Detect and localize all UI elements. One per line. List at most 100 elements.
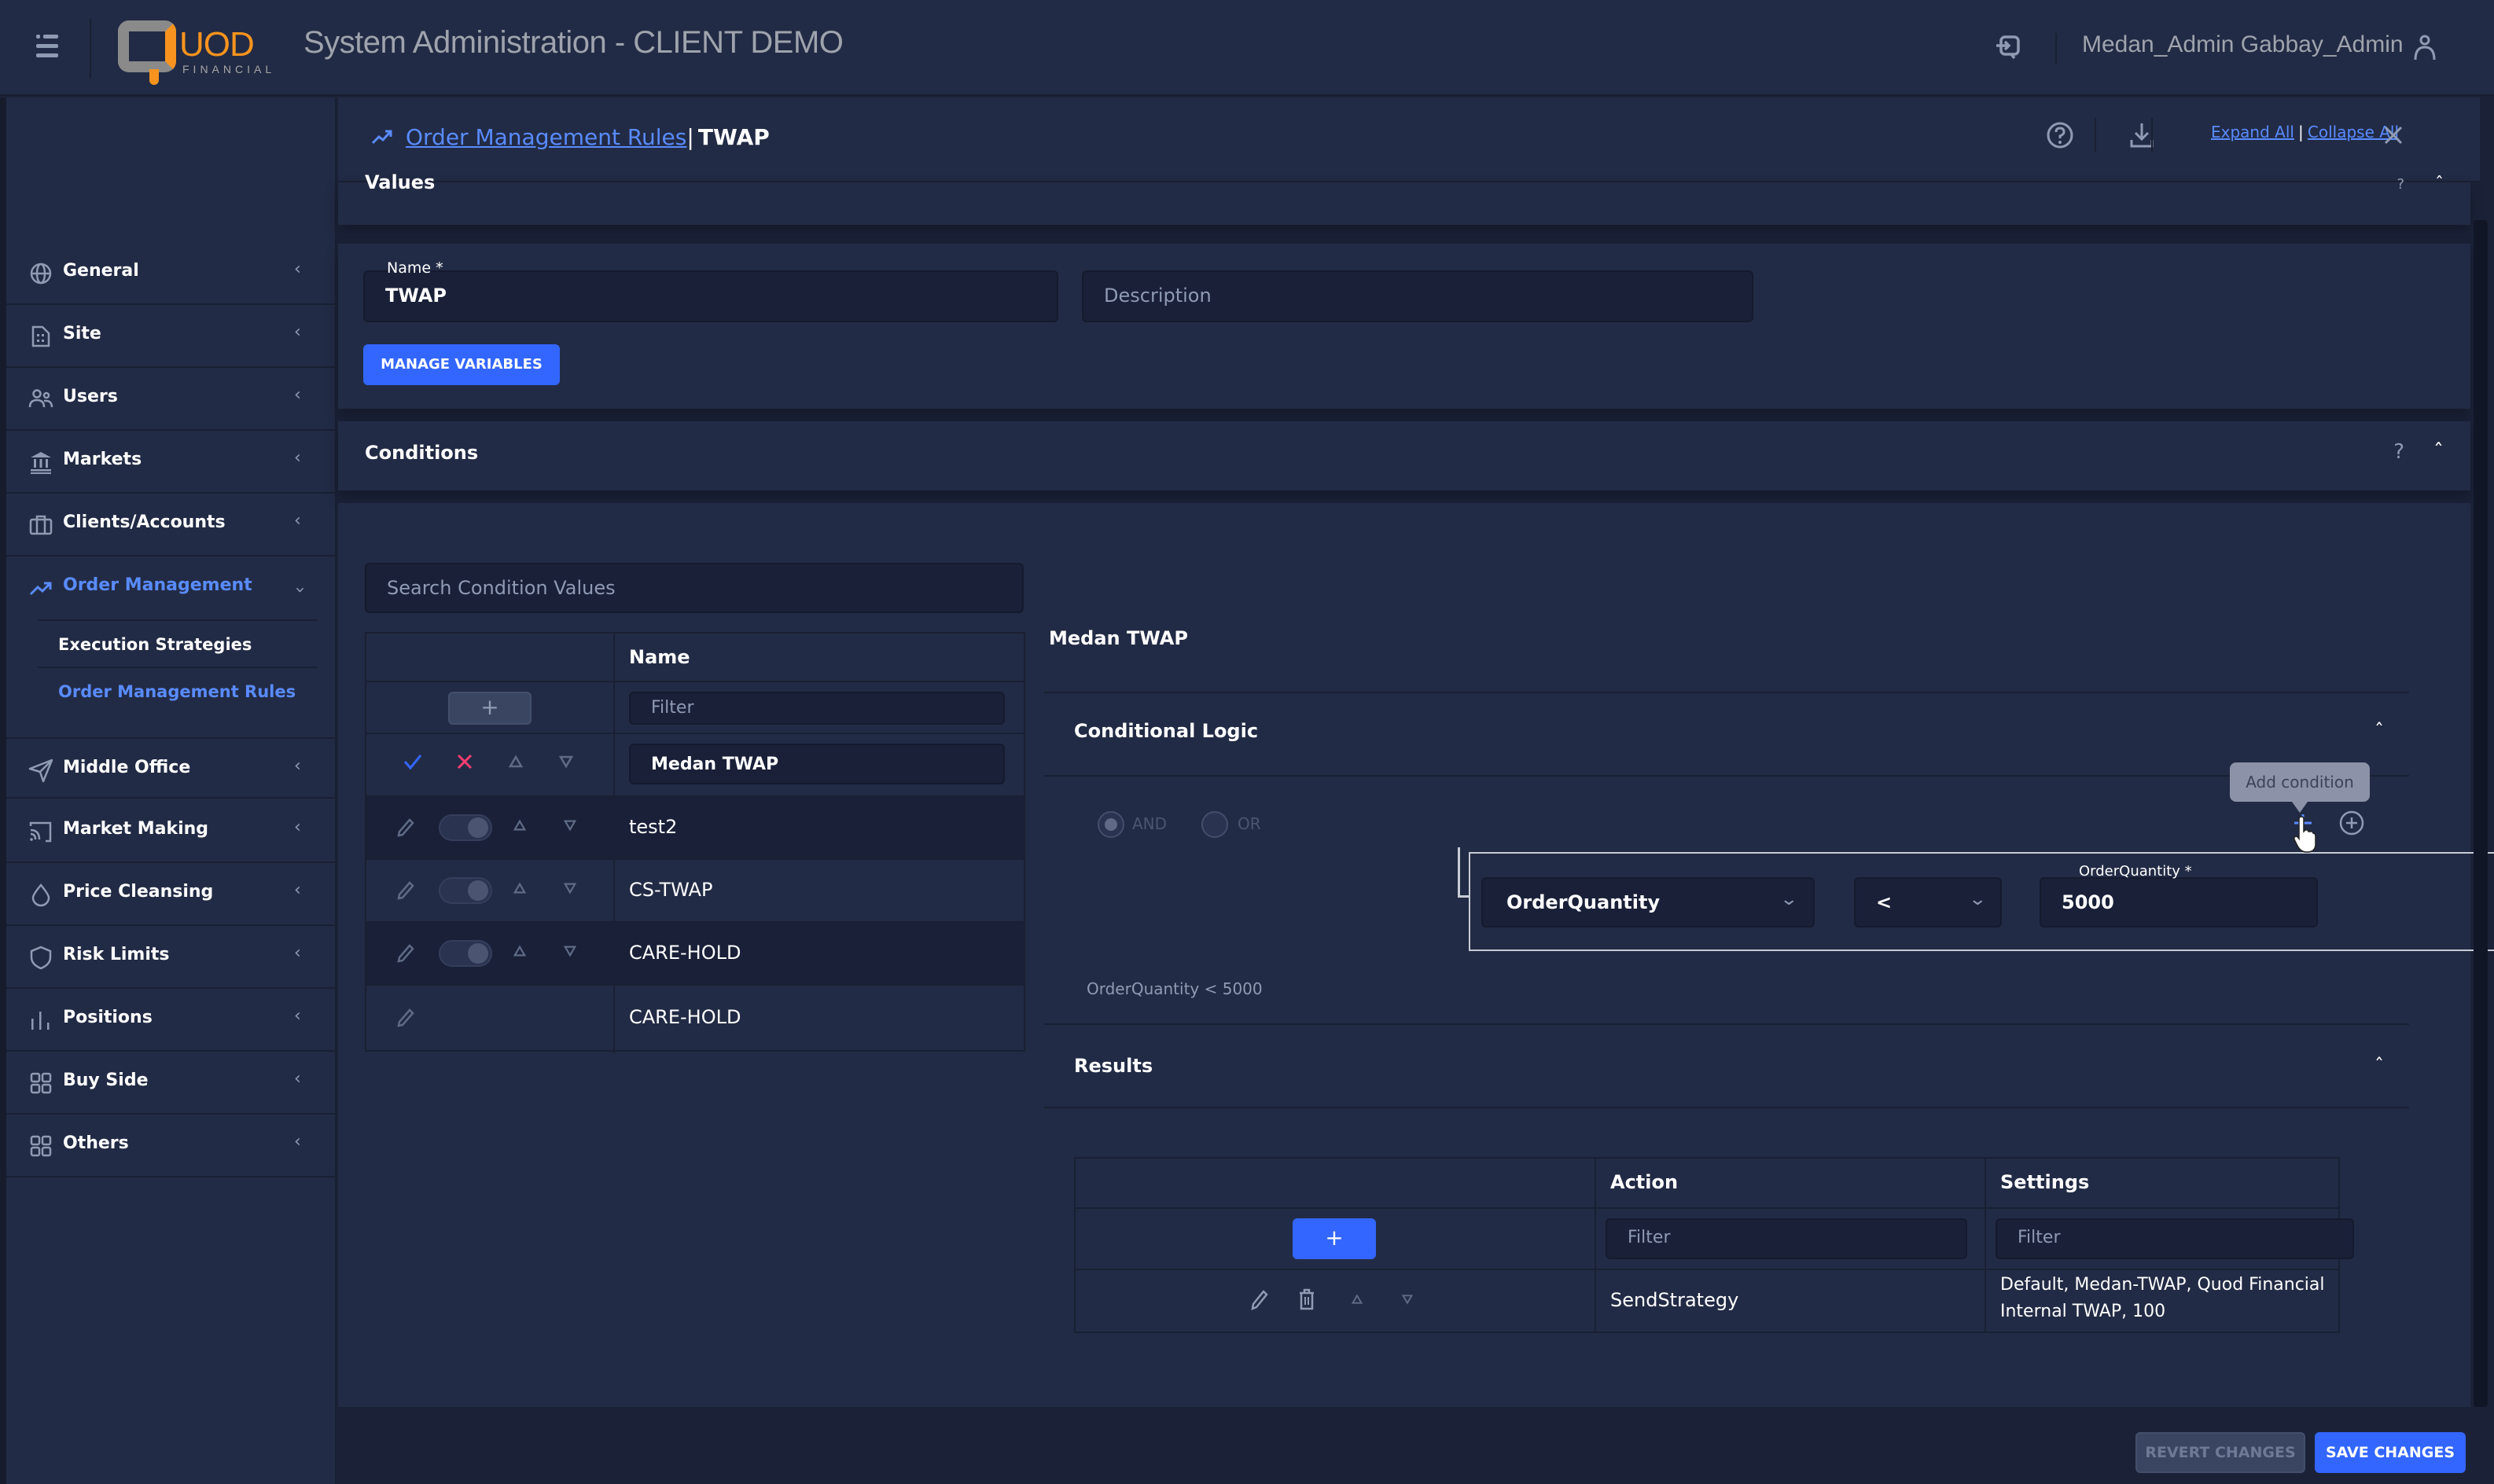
move-down-icon[interactable] — [563, 882, 577, 894]
sidebar-subitem-label: Execution Strategies — [58, 635, 252, 654]
close-button[interactable] — [2382, 124, 2404, 146]
sidebar-item-others[interactable]: Others ‹ — [6, 1115, 337, 1177]
sidebar-item-order-management[interactable]: Order Management ‹ — [6, 556, 337, 619]
settings-filter-input[interactable]: Filter — [1996, 1218, 2354, 1259]
sidebar-item-market-making[interactable]: Market Making ‹ — [6, 800, 337, 863]
logo-text: UOD — [179, 25, 255, 64]
filter-placeholder: Filter — [2018, 1228, 2061, 1247]
name-field[interactable]: TWAP — [363, 270, 1058, 322]
action-filter-input[interactable]: Filter — [1606, 1218, 1967, 1259]
trending-up-icon — [371, 130, 392, 145]
sidebar-item-risk-limits[interactable]: Risk Limits ‹ — [6, 926, 337, 989]
add-condition-tooltip: Add condition — [2230, 762, 2370, 813]
description-field[interactable]: Description — [1082, 270, 1753, 322]
condition-name-edit-value: Medan TWAP — [651, 755, 779, 774]
help-button[interactable] — [2046, 121, 2074, 149]
sidebar-item-label: Others — [63, 1133, 129, 1153]
chevron-up-icon[interactable]: ˆ — [2374, 1055, 2384, 1077]
move-down-icon[interactable] — [1401, 1294, 1414, 1305]
sidebar-item-price-cleansing[interactable]: Price Cleansing ‹ — [6, 863, 337, 926]
logout-button[interactable] — [1994, 33, 2022, 61]
sidebar-item-positions[interactable]: Positions ‹ — [6, 989, 337, 1052]
table-row[interactable]: CS-TWAP — [366, 860, 1024, 921]
column-header-name: Name — [629, 646, 690, 668]
sidebar-subitem-execution-strategies[interactable]: Execution Strategies — [38, 621, 318, 668]
edit-pencil-icon[interactable] — [1250, 1289, 1269, 1311]
table-row[interactable]: SendStrategy Default, Medan-TWAP, Quod F… — [1076, 1270, 2338, 1332]
add-result-button[interactable]: + — [1293, 1218, 1376, 1259]
menu-toggle-button[interactable] — [31, 35, 63, 60]
and-radio[interactable] — [1098, 811, 1124, 838]
condition-value-label: OrderQuantity * — [2079, 863, 2192, 880]
move-up-icon[interactable] — [513, 819, 527, 832]
table-row[interactable]: test2 — [366, 797, 1024, 858]
help-icon[interactable]: ? — [2397, 176, 2404, 193]
manage-variables-button[interactable]: MANAGE VARIABLES — [363, 344, 560, 385]
sidebar-item-users[interactable]: Users ‹ — [6, 368, 337, 431]
move-down-icon[interactable] — [563, 819, 577, 832]
quod-logo: UOD FINANCIAL — [118, 17, 283, 85]
search-condition-values-input[interactable]: Search Condition Values — [365, 563, 1024, 613]
sidebar-item-buy-side[interactable]: Buy Side ‹ — [6, 1052, 337, 1115]
add-group-button[interactable] — [2338, 810, 2365, 836]
sidebar-item-site[interactable]: Site ‹ — [6, 305, 337, 368]
scrollbar[interactable] — [2474, 220, 2488, 1407]
send-icon — [28, 759, 53, 783]
grid-icon — [30, 1072, 52, 1094]
chevron-left-icon: ‹ — [294, 817, 301, 837]
bar-chart-icon — [31, 1012, 50, 1030]
enable-toggle[interactable] — [439, 877, 492, 904]
close-icon — [2384, 126, 2403, 145]
condition-field-select[interactable]: OrderQuantity ⌄ — [1481, 877, 1815, 928]
revert-changes-button[interactable]: REVERT CHANGES — [2135, 1432, 2305, 1473]
divider — [1044, 775, 2409, 777]
confirm-check-icon[interactable] — [403, 751, 423, 772]
edit-pencil-icon[interactable] — [396, 943, 415, 964]
delete-trash-icon[interactable] — [1297, 1287, 1316, 1311]
condition-name-edit-input[interactable]: Medan TWAP — [629, 744, 1005, 784]
user-profile-button[interactable] — [2414, 35, 2436, 61]
sidebar-item-clients-accounts[interactable]: Clients/Accounts ‹ — [6, 494, 337, 556]
breadcrumb-link-order-management-rules[interactable]: Order Management Rules — [406, 124, 686, 150]
or-radio[interactable] — [1201, 811, 1228, 838]
sidebar-item-label: Clients/Accounts — [63, 512, 226, 532]
chevron-up-icon[interactable]: ˆ — [2435, 174, 2444, 194]
name-field-value: TWAP — [385, 285, 447, 307]
move-up-icon[interactable] — [508, 755, 524, 769]
edit-pencil-icon[interactable] — [396, 1008, 415, 1028]
enable-toggle[interactable] — [439, 814, 492, 841]
sidebar-item-label: Site — [63, 324, 101, 343]
edit-pencil-icon[interactable] — [396, 817, 415, 838]
move-down-icon[interactable] — [558, 755, 574, 769]
add-condition-row-button[interactable]: + — [448, 692, 532, 725]
chevron-up-icon[interactable]: ˆ — [2374, 720, 2384, 742]
name-filter-input[interactable]: Filter — [629, 692, 1005, 725]
sidebar-item-general[interactable]: General ‹ — [6, 242, 337, 305]
chevron-up-icon[interactable]: ˆ — [2433, 440, 2444, 464]
move-up-icon[interactable] — [513, 945, 527, 957]
help-icon[interactable]: ? — [2393, 440, 2404, 464]
filter-placeholder: Filter — [651, 698, 694, 718]
move-up-icon[interactable] — [513, 882, 527, 894]
sidebar-subitem-order-management-rules[interactable]: Order Management Rules — [38, 668, 318, 715]
top-bar: UOD FINANCIAL System Administration - CL… — [0, 0, 2494, 96]
condition-value-input[interactable]: 5000 — [2040, 877, 2318, 928]
save-changes-button[interactable]: SAVE CHANGES — [2315, 1432, 2466, 1473]
expand-all-link[interactable]: Expand All — [2211, 123, 2294, 141]
move-up-icon[interactable] — [1351, 1294, 1363, 1305]
table-row[interactable]: CARE-HOLD — [366, 986, 1024, 1050]
sidebar-item-middle-office[interactable]: Middle Office ‹ — [6, 739, 337, 799]
table-row[interactable]: CARE-HOLD — [366, 923, 1024, 984]
chevron-down-icon: ⌄ — [1967, 890, 1987, 909]
hand-cursor-icon — [2294, 816, 2316, 853]
condition-name: CARE-HOLD — [629, 1006, 741, 1028]
cancel-x-icon[interactable] — [456, 753, 473, 770]
enable-toggle[interactable] — [439, 940, 492, 967]
move-down-icon[interactable] — [563, 945, 577, 957]
sidebar-item-markets[interactable]: Markets ‹ — [6, 431, 337, 494]
edit-pencil-icon[interactable] — [396, 880, 415, 901]
condition-operator-select[interactable]: < ⌄ — [1854, 877, 2002, 928]
condition-operator-value: < — [1876, 891, 1893, 913]
sidebar-item-label: Order Management — [63, 575, 252, 595]
logo-subtext: FINANCIAL — [182, 63, 276, 75]
